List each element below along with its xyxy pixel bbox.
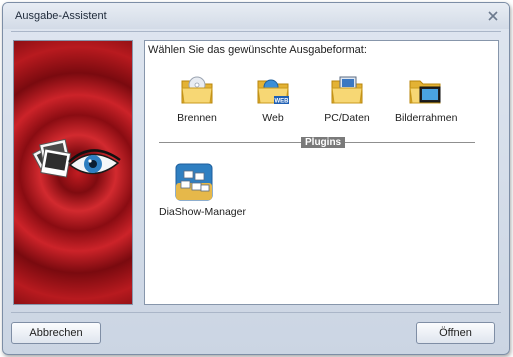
format-panel: Wählen Sie das gewünschte Ausgabeformat:… — [144, 40, 499, 305]
folder-frame-icon — [409, 80, 441, 104]
folder-cd-icon — [181, 76, 213, 104]
web-badge: WEB — [275, 99, 290, 105]
plugin-diashow-manager[interactable]: DiaShow-Manager — [159, 163, 246, 218]
folder-pc-icon — [331, 76, 363, 104]
footer-separator — [11, 312, 501, 313]
format-label: Brennen — [177, 112, 217, 124]
format-bilderrahmen[interactable]: Bilderrahmen — [395, 73, 458, 124]
close-icon[interactable] — [485, 8, 501, 24]
plugin-label: DiaShow-Manager — [159, 206, 246, 218]
cancel-button[interactable]: Abbrechen — [11, 322, 101, 344]
format-label: Web — [262, 112, 284, 124]
format-web[interactable]: WEB Web — [249, 73, 297, 124]
window-title: Ausgabe-Assistent — [15, 10, 107, 22]
format-label: Bilderrahmen — [395, 112, 458, 124]
title-separator — [11, 31, 501, 32]
prompt-label: Wählen Sie das gewünschte Ausgabeformat: — [148, 44, 367, 56]
folder-web-icon: WEB — [257, 79, 290, 105]
plugins-section-label: Plugins — [301, 137, 346, 148]
output-wizard-dialog: Ausgabe-Assistent Wählen Sie das gewünsc… — [2, 2, 510, 355]
open-button[interactable]: Öffnen — [416, 322, 495, 344]
eye-photos-icon — [32, 138, 121, 178]
format-label: PC/Daten — [324, 112, 370, 124]
format-pc-daten[interactable]: PC/Daten — [321, 73, 373, 124]
format-brennen[interactable]: Brennen — [171, 73, 223, 124]
wizard-banner — [13, 40, 133, 305]
title-bar: Ausgabe-Assistent — [3, 3, 509, 29]
slideshow-manager-icon — [175, 163, 213, 201]
